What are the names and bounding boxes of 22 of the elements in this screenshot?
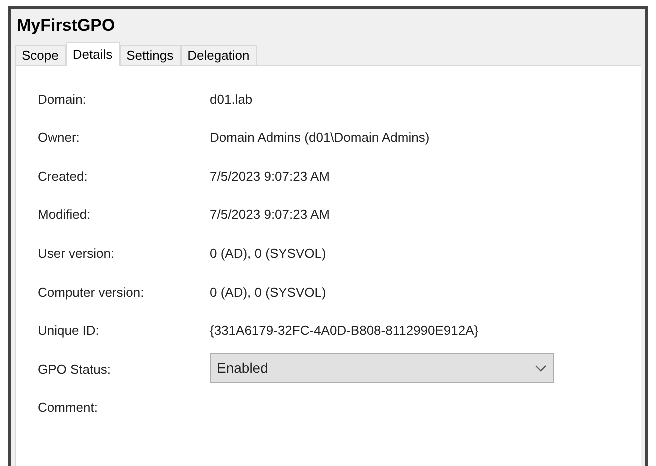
field-value: d01.lab [210,90,253,109]
tab[interactable]: Details [66,42,120,66]
chevron-down-icon [535,364,547,372]
field-label: Comment: [38,399,99,418]
tab[interactable]: Settings [120,45,181,65]
tab[interactable]: Scope [15,45,66,65]
field-value: 0 (AD), 0 (SYSVOL) [210,284,326,302]
field-label: Owner: [38,129,81,148]
field-label: GPO Status: [38,360,112,379]
field-label: Created: [38,168,89,186]
field-label: Computer version: [38,284,146,302]
window-title: MyFirstGPO [17,16,116,35]
field-value: 0 (AD), 0 (SYSVOL) [210,244,326,263]
field-label: Modified: [38,206,92,224]
field-value: 7/5/2023 9:07:23 AM [210,206,330,224]
field-label: Domain: [38,90,88,109]
field-value: 7/5/2023 9:07:23 AM [210,168,330,186]
status-dropdown[interactable]: Enabled [210,353,554,384]
field-value: Domain Admins (d01\Domain Admins) [210,129,430,148]
field-label: Unique ID: [38,322,100,340]
field-label: User version: [38,244,116,263]
tab[interactable]: Delegation [180,45,257,65]
